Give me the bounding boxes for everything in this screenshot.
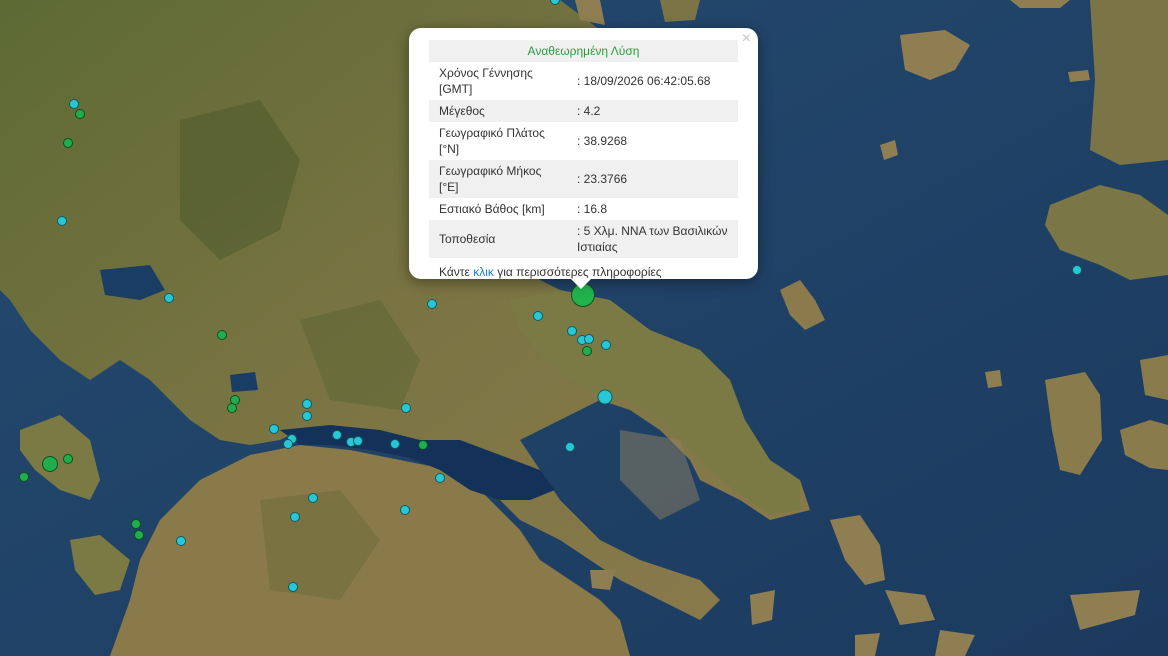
earthquake-marker[interactable] — [269, 424, 279, 434]
earthquake-marker[interactable] — [565, 442, 575, 452]
earthquake-marker[interactable] — [390, 439, 400, 449]
earthquake-marker[interactable] — [164, 293, 174, 303]
earthquake-marker[interactable] — [227, 403, 237, 413]
earthquake-marker[interactable] — [283, 439, 293, 449]
earthquake-marker[interactable] — [302, 399, 312, 409]
earthquake-marker[interactable] — [435, 473, 445, 483]
earthquake-marker[interactable] — [63, 454, 73, 464]
earthquake-marker[interactable] — [567, 326, 577, 336]
earthquake-marker[interactable] — [353, 436, 363, 446]
more-info-link[interactable]: κλικ — [473, 265, 494, 279]
earthquake-marker[interactable] — [302, 411, 312, 421]
earthquake-marker[interactable] — [308, 493, 318, 503]
earthquake-marker[interactable] — [290, 512, 300, 522]
earthquake-marker[interactable] — [69, 99, 79, 109]
popup-title: Αναθεωρημένη Λύση — [429, 40, 738, 62]
earthquake-marker[interactable] — [19, 472, 29, 482]
earthquake-marker[interactable] — [584, 334, 594, 344]
longitude-label: Γεωγραφικό Μήκος [°E] — [429, 160, 567, 198]
earthquake-marker[interactable] — [401, 403, 411, 413]
longitude-value: : 23.3766 — [567, 160, 738, 198]
popup-tip — [571, 279, 591, 289]
location-label: Τοποθεσία — [429, 220, 567, 258]
more-info-text: Κάντε κλικ για περισσότερες πληροφορίες — [429, 258, 738, 280]
earthquake-info-popup: × Αναθεωρημένη Λύση Χρόνος Γέννησης [GMT… — [409, 28, 758, 289]
more-info-suffix: για περισσότερες πληροφορίες — [493, 265, 662, 279]
earthquake-marker[interactable] — [601, 340, 611, 350]
earthquake-marker[interactable] — [597, 389, 613, 405]
more-info-prefix: Κάντε — [439, 265, 474, 279]
earthquake-marker[interactable] — [134, 530, 144, 540]
earthquake-marker[interactable] — [400, 505, 410, 515]
origin-time-label: Χρόνος Γέννησης [GMT] — [439, 66, 533, 96]
earthquake-marker[interactable] — [418, 440, 428, 450]
close-icon[interactable]: × — [742, 31, 751, 47]
earthquake-marker[interactable] — [288, 582, 298, 592]
depth-value: : 16.8 — [577, 202, 608, 216]
magnitude-value: : 4.2 — [567, 100, 738, 122]
origin-time-value: : 18/09/2026 06:42:05.68 — [577, 74, 711, 88]
latitude-label: Γεωγραφικό Πλάτος [°N] — [439, 126, 545, 156]
earthquake-marker[interactable] — [427, 299, 437, 309]
magnitude-label: Μέγεθος — [429, 100, 567, 122]
earthquake-marker[interactable] — [533, 311, 543, 321]
latitude-value: : 38.9268 — [577, 134, 628, 148]
map[interactable]: × Αναθεωρημένη Λύση Χρόνος Γέννησης [GMT… — [0, 0, 1168, 656]
earthquake-details-table: Αναθεωρημένη Λύση Χρόνος Γέννησης [GMT] … — [429, 40, 738, 280]
earthquake-marker[interactable] — [75, 109, 85, 119]
earthquake-marker[interactable] — [42, 456, 58, 472]
earthquake-marker[interactable] — [57, 216, 67, 226]
location-value: : 5 Χλμ. ΝΝΑ των Βασιλικών Ιστιαίας — [567, 220, 738, 258]
earthquake-marker[interactable] — [1072, 265, 1082, 275]
depth-label: Εστιακό Βάθος [km] — [439, 202, 545, 216]
earthquake-marker[interactable] — [332, 430, 342, 440]
earthquake-marker[interactable] — [131, 519, 141, 529]
earthquake-marker[interactable] — [582, 346, 592, 356]
earthquake-marker[interactable] — [217, 330, 227, 340]
earthquake-marker[interactable] — [63, 138, 73, 148]
earthquake-marker[interactable] — [176, 536, 186, 546]
